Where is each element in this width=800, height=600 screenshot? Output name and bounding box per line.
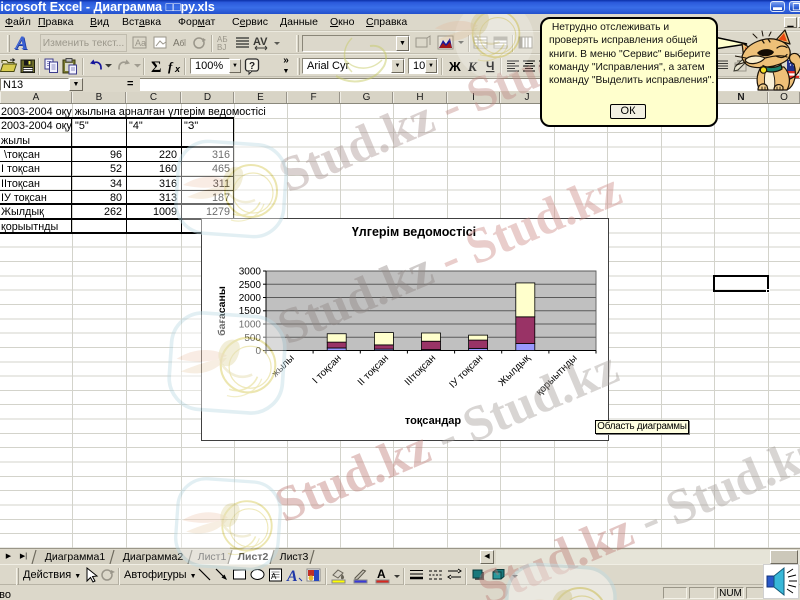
- svg-text:бағасаны: бағасаны: [216, 286, 228, 336]
- svg-text:A: A: [14, 34, 28, 53]
- svg-text:500: 500: [244, 333, 261, 344]
- svg-text:А: А: [271, 572, 277, 581]
- svg-text:2000: 2000: [239, 293, 262, 304]
- svg-text:А: А: [377, 567, 386, 581]
- svg-text:3000: 3000: [239, 267, 262, 278]
- svg-text:f: f: [168, 59, 174, 74]
- svg-text:?: ?: [249, 61, 255, 72]
- svg-text:Σ: Σ: [151, 59, 161, 76]
- svg-text:Үлгерім ведомостісі: Үлгерім ведомостісі: [352, 225, 476, 239]
- svg-text:ВЈ: ВЈ: [217, 43, 226, 52]
- svg-text:Aa: Aa: [135, 38, 146, 48]
- svg-text:тоқсандар: тоқсандар: [405, 415, 462, 427]
- svg-text:x: x: [174, 64, 181, 74]
- svg-text:1500: 1500: [239, 306, 262, 317]
- svg-text:А: А: [286, 568, 298, 585]
- svg-text:К: К: [467, 59, 478, 74]
- svg-text:1000: 1000: [239, 320, 262, 331]
- svg-text:2500: 2500: [239, 280, 262, 291]
- svg-text:0: 0: [255, 346, 261, 357]
- svg-text:Ч: Ч: [486, 59, 494, 73]
- svg-text:Ж: Ж: [448, 59, 461, 74]
- svg-text:Аб: Аб: [173, 38, 185, 49]
